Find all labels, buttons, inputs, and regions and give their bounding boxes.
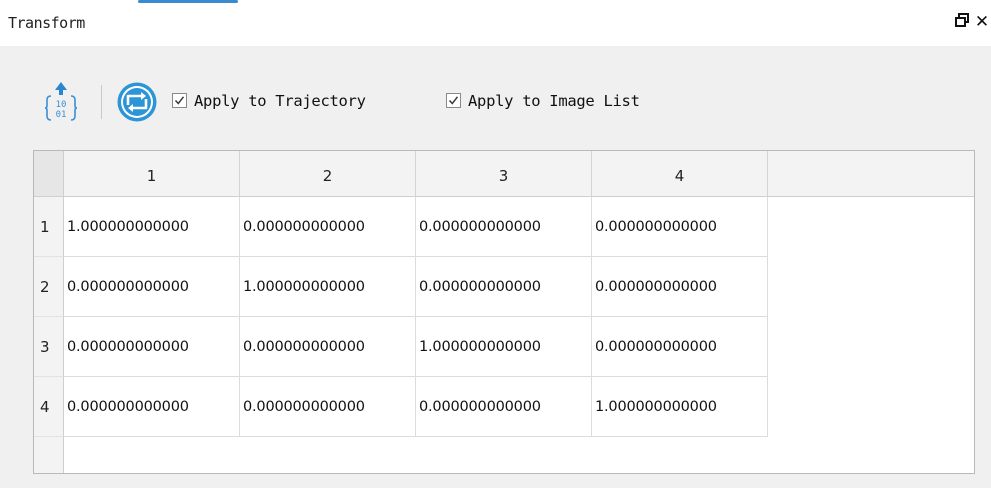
- close-icon[interactable]: ✕: [973, 12, 991, 32]
- row-header-1[interactable]: 1: [34, 197, 64, 257]
- checkbox-checked-icon[interactable]: [446, 93, 461, 108]
- matrix-cell[interactable]: 0.000000000000: [592, 257, 768, 317]
- matrix-cell[interactable]: 0.000000000000: [240, 197, 416, 257]
- panel-titlebar: Transform ✕: [0, 0, 991, 46]
- matrix-cell[interactable]: 1.000000000000: [592, 377, 768, 437]
- column-header-2[interactable]: 2: [240, 151, 416, 197]
- row-header-4[interactable]: 4: [34, 377, 64, 437]
- checkbox-checked-icon[interactable]: [172, 93, 187, 108]
- row-header-empty: [34, 437, 64, 473]
- matrix-cell[interactable]: 0.000000000000: [592, 197, 768, 257]
- column-header-3[interactable]: 3: [416, 151, 592, 197]
- matrix-cell[interactable]: 0.000000000000: [416, 377, 592, 437]
- row-header-2[interactable]: 2: [34, 257, 64, 317]
- accent-line: [138, 0, 238, 3]
- matrix-cell[interactable]: 0.000000000000: [416, 197, 592, 257]
- toolbar: 10 01 Apply to Trajectory Apply to Image…: [38, 80, 758, 124]
- row-header-3[interactable]: 3: [34, 317, 64, 377]
- matrix-cell[interactable]: 1.000000000000: [240, 257, 416, 317]
- matrix-cell[interactable]: 0.000000000000: [240, 317, 416, 377]
- refresh-icon[interactable]: [116, 81, 158, 123]
- matrix-cell[interactable]: 0.000000000000: [64, 257, 240, 317]
- float-icon[interactable]: [953, 12, 971, 32]
- matrix-transform-icon[interactable]: 10 01: [44, 81, 78, 121]
- matrix-cell[interactable]: 0.000000000000: [64, 377, 240, 437]
- svg-text:10: 10: [56, 100, 67, 110]
- svg-text:01: 01: [56, 110, 67, 120]
- matrix-cell[interactable]: 0.000000000000: [592, 317, 768, 377]
- panel-title: Transform: [8, 14, 85, 32]
- apply-to-trajectory-label: Apply to Trajectory: [194, 92, 366, 110]
- apply-to-image-list-label: Apply to Image List: [468, 92, 640, 110]
- table-corner[interactable]: [34, 151, 64, 197]
- matrix-cell[interactable]: 0.000000000000: [240, 377, 416, 437]
- column-header-1[interactable]: 1: [64, 151, 240, 197]
- transform-matrix-table: 1 2 3 4 1 1.000000000000 0.000000000000 …: [33, 150, 975, 474]
- column-header-4[interactable]: 4: [592, 151, 768, 197]
- matrix-cell[interactable]: 1.000000000000: [64, 197, 240, 257]
- matrix-cell[interactable]: 1.000000000000: [416, 317, 592, 377]
- matrix-cell[interactable]: 0.000000000000: [416, 257, 592, 317]
- matrix-cell[interactable]: 0.000000000000: [64, 317, 240, 377]
- transform-panel: Transform ✕ 10 01 Apply to Trajectory Ap…: [0, 0, 991, 488]
- toolbar-separator: [101, 85, 102, 119]
